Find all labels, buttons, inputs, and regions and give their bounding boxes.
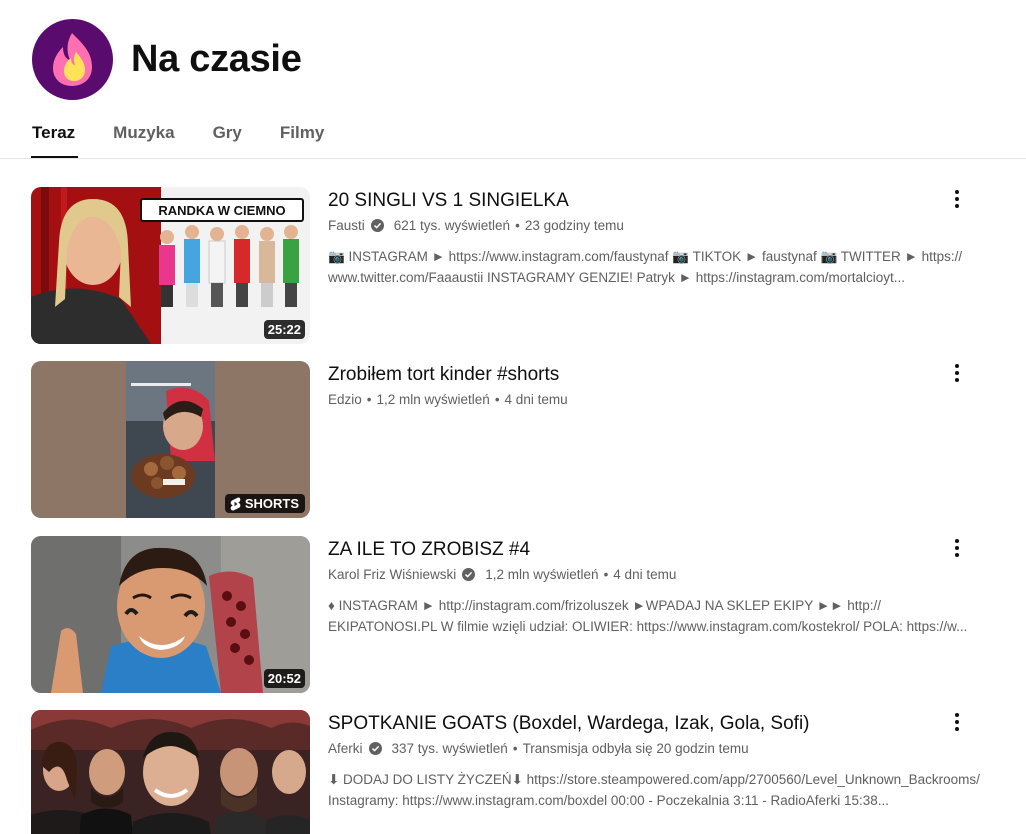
video-info: Zrobiłem tort kinder #shorts Edzio • 1,2… — [328, 363, 978, 407]
more-options-icon[interactable] — [946, 710, 968, 734]
video-title[interactable]: ZA ILE TO ZROBISZ #4 — [328, 538, 978, 562]
more-options-icon[interactable] — [946, 187, 968, 211]
meta-separator: • — [512, 741, 518, 756]
verified-icon — [368, 742, 382, 755]
tab-filmy[interactable]: Filmy — [280, 113, 324, 158]
video-meta: Karol Friz Wiśniewski 1,2 mln wyświetleń… — [328, 567, 978, 582]
video-item: 20:52 ZA ILE TO ZROBISZ #4 Karol Friz Wi… — [31, 536, 1026, 696]
page-title: Na czasie — [131, 38, 302, 80]
upload-age: Transmisja odbyła się 20 godzin temu — [522, 741, 749, 756]
channel-name[interactable]: Fausti — [328, 218, 365, 233]
video-description: ♦ INSTAGRAM ► http://instagram.com/frizo… — [328, 595, 988, 637]
page-header: Na czasie — [32, 19, 302, 100]
view-count: 621 tys. wyświetleń — [393, 218, 511, 233]
video-info: SPOTKANIE GOATS (Boxdel, Wardega, Izak, … — [328, 712, 980, 811]
flame-icon — [32, 19, 113, 100]
description-line: EKIPATONOSI.PL W filmie wzięli udział: O… — [328, 619, 968, 634]
tab-muzyka[interactable]: Muzyka — [113, 113, 174, 158]
video-item: RANDKA W CIEMNO 25:22 20 SINGLI VS 1 SIN… — [31, 187, 1026, 347]
more-options-icon[interactable] — [946, 361, 968, 385]
video-info: ZA ILE TO ZROBISZ #4 Karol Friz Wiśniews… — [328, 538, 978, 637]
tab-divider — [0, 158, 1026, 159]
upload-age: 23 godziny temu — [524, 218, 624, 233]
shorts-badge: SHORTS — [224, 494, 305, 513]
duration-badge: 20:52 — [263, 669, 305, 688]
more-options-icon[interactable] — [946, 536, 968, 560]
channel-name[interactable]: Edzio — [328, 392, 362, 407]
meta-separator: • — [603, 567, 609, 582]
view-count: 337 tys. wyświetleń — [391, 741, 508, 756]
verified-icon — [370, 219, 384, 232]
video-description: ⬇ DODAJ DO LISTY ŻYCZEŃ⬇ https://store.s… — [328, 769, 988, 811]
channel-name[interactable]: Karol Friz Wiśniewski — [328, 567, 456, 582]
video-thumbnail[interactable]: SHORTS — [31, 361, 310, 518]
upload-age: 4 dni temu — [504, 392, 568, 407]
video-item: SPOTKANIE GOATS (Boxdel, Wardega, Izak, … — [31, 710, 1026, 834]
video-description: 📷 INSTAGRAM ► https://www.instagram.com/… — [328, 246, 988, 288]
shorts-icon — [230, 496, 241, 510]
meta-separator: • — [494, 392, 500, 407]
video-thumbnail[interactable]: RANDKA W CIEMNO 25:22 — [31, 187, 310, 344]
description-line: ⬇ DODAJ DO LISTY ŻYCZEŃ⬇ https://store.s… — [328, 772, 980, 787]
video-thumbnail[interactable]: 20:52 — [31, 536, 310, 693]
upload-age: 4 dni temu — [613, 567, 677, 582]
video-title[interactable]: SPOTKANIE GOATS (Boxdel, Wardega, Izak, … — [328, 712, 978, 736]
verified-icon — [462, 568, 476, 581]
video-title[interactable]: 20 SINGLI VS 1 SINGIELKA — [328, 189, 978, 213]
view-count: 1,2 mln wyświetleń — [376, 392, 490, 407]
tab-bar: Teraz Muzyka Gry Filmy — [30, 113, 362, 159]
thumbnail-label: RANDKA W CIEMNO — [158, 203, 285, 218]
description-line: Instagramy: https://www.instagram.com/bo… — [328, 793, 890, 808]
meta-separator: • — [515, 218, 520, 233]
shorts-label: SHORTS — [244, 496, 299, 511]
description-line: www.twitter.com/Faaaustii INSTAGRAMY GEN… — [328, 270, 906, 285]
video-meta: Aferki 337 tys. wyświetleń • Transmisja … — [328, 741, 978, 756]
view-count: 1,2 mln wyświetleń — [485, 567, 599, 582]
video-meta: Edzio • 1,2 mln wyświetleń • 4 dni temu — [328, 392, 978, 407]
video-title[interactable]: Zrobiłem tort kinder #shorts — [328, 363, 978, 387]
video-item: SHORTS Zrobiłem tort kinder #shorts Edzi… — [31, 361, 1026, 521]
meta-separator: • — [366, 392, 372, 407]
video-meta: Fausti 621 tys. wyświetleń • 23 godziny … — [328, 218, 978, 233]
channel-name[interactable]: Aferki — [328, 741, 363, 756]
video-thumbnail[interactable] — [31, 710, 310, 834]
video-info: 20 SINGLI VS 1 SINGIELKA Fausti 621 tys.… — [328, 189, 978, 288]
duration-badge: 25:22 — [263, 320, 305, 339]
description-line: ♦ INSTAGRAM ► http://instagram.com/frizo… — [328, 598, 881, 613]
description-line: 📷 INSTAGRAM ► https://www.instagram.com/… — [328, 249, 963, 264]
tab-gry[interactable]: Gry — [213, 113, 242, 158]
tab-teraz[interactable]: Teraz — [30, 113, 79, 158]
